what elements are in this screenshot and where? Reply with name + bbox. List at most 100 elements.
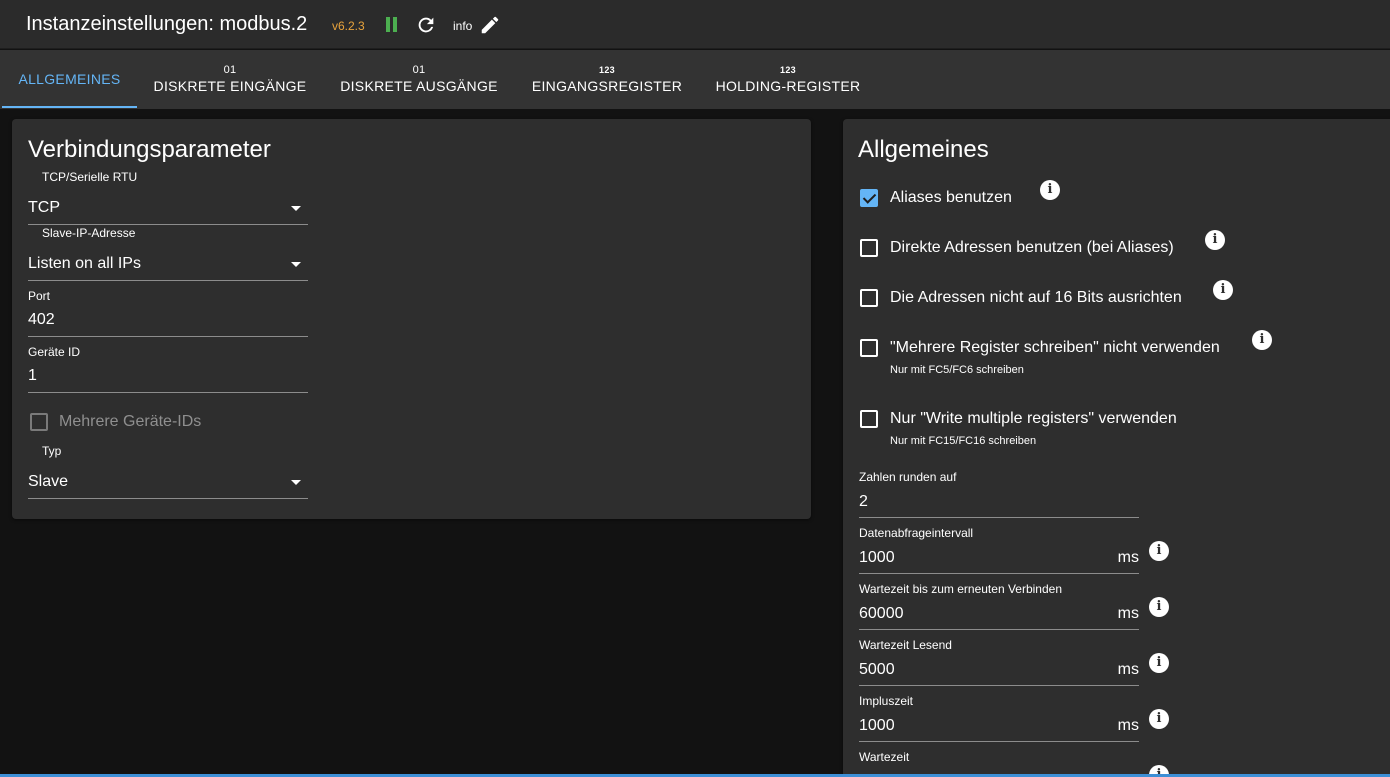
only-multiple-write-checkbox[interactable]: Nur "Write multiple registers" verwenden… xyxy=(860,410,1240,450)
tab-bar: Allgemeines 01 Diskrete Eingänge 01 Disk… xyxy=(0,50,1390,109)
dropdown-caret-icon xyxy=(291,206,301,211)
connection-title: Verbindungsparameter xyxy=(28,136,271,163)
mode-select[interactable]: TCP/Serielle RTU TCP xyxy=(28,170,308,225)
reconnect-field[interactable]: Wartezeit bis zum erneuten Verbinden 600… xyxy=(859,582,1139,630)
checkbox-icon xyxy=(860,239,878,257)
info-link[interactable]: info xyxy=(453,19,472,33)
mode-label: TCP/Serielle RTU xyxy=(42,170,138,184)
checkbox-icon xyxy=(30,413,48,431)
slave-ip-select[interactable]: Slave-IP-Adresse Listen on all IPs xyxy=(28,226,308,281)
field-underline xyxy=(28,392,308,393)
direct-addresses-checkbox[interactable]: Direkte Adressen benutzen (bei Aliases) xyxy=(860,239,1220,259)
tab-sub-label: 123 xyxy=(780,65,796,75)
slave-ip-value: Listen on all IPs xyxy=(28,255,141,272)
type-label: Typ xyxy=(42,444,62,458)
wait-time-label: Wartezeit xyxy=(859,750,910,764)
info-icon[interactable]: i xyxy=(1149,541,1169,561)
field-underline xyxy=(859,629,1139,630)
read-timeout-unit: ms xyxy=(1117,661,1139,678)
no-multiple-write-checkbox[interactable]: "Mehrere Register schreiben" nicht verwe… xyxy=(860,339,1240,379)
device-id-label: Geräte ID xyxy=(28,345,81,359)
tab-label: Diskrete Eingänge xyxy=(153,78,307,94)
read-timeout-value: 5000 xyxy=(859,661,895,678)
tab-label: Diskrete Ausgänge xyxy=(340,78,498,94)
version-label: v6.2.3 xyxy=(332,19,365,33)
poll-interval-value: 1000 xyxy=(859,549,895,566)
general-card: Allgemeines Aliases benutzen i Direkte A… xyxy=(843,119,1390,777)
field-underline xyxy=(859,741,1139,742)
refresh-icon[interactable] xyxy=(415,14,437,36)
no-multiple-write-label: "Mehrere Register schreiben" nicht verwe… xyxy=(890,339,1220,356)
checkbox-icon xyxy=(860,410,878,428)
info-icon[interactable]: i xyxy=(1149,653,1169,673)
round-value: 2 xyxy=(859,493,868,510)
checkbox-icon xyxy=(860,339,878,357)
poll-interval-unit: ms xyxy=(1117,549,1139,566)
info-icon[interactable]: i xyxy=(1149,597,1169,617)
active-tab-indicator xyxy=(2,106,137,108)
multi-device-ids-label: Mehrere Geräte-IDs xyxy=(59,413,202,430)
field-underline xyxy=(859,517,1139,518)
tab-label: Holding-Register xyxy=(715,78,861,94)
tab-sub-label: 01 xyxy=(412,64,426,76)
multi-device-ids-checkbox[interactable]: Mehrere Geräte-IDs xyxy=(30,413,290,433)
general-title: Allgemeines xyxy=(858,136,989,163)
info-icon[interactable]: i xyxy=(1252,330,1272,350)
device-id-value: 1 xyxy=(28,367,37,384)
no-16bit-align-label: Die Adressen nicht auf 16 Bits ausrichte… xyxy=(890,289,1182,306)
reconnect-unit: ms xyxy=(1117,605,1139,622)
tab-diskrete-eingaenge[interactable]: 01 Diskrete Eingänge xyxy=(145,50,315,109)
tab-sub-label: 123 xyxy=(599,65,615,75)
pulse-time-field[interactable]: Impluszeit 1000 ms xyxy=(859,694,1139,742)
dropdown-caret-icon xyxy=(291,480,301,485)
field-underline xyxy=(859,573,1139,574)
info-icon[interactable]: i xyxy=(1205,230,1225,250)
pulse-time-value: 1000 xyxy=(859,717,895,734)
info-icon[interactable]: i xyxy=(1040,180,1060,200)
checkbox-icon xyxy=(860,289,878,307)
pause-icon[interactable] xyxy=(385,17,399,33)
poll-interval-field[interactable]: Datenabfrageintervall 1000 ms xyxy=(859,526,1139,574)
tab-diskrete-ausgaenge[interactable]: 01 Diskrete Ausgänge xyxy=(332,50,506,109)
type-value: Slave xyxy=(28,473,69,490)
field-underline xyxy=(859,685,1139,686)
tab-eingangsregister[interactable]: 123 Eingangsregister xyxy=(522,50,692,109)
pulse-time-label: Impluszeit xyxy=(859,694,914,708)
mode-value: TCP xyxy=(28,199,60,216)
round-label: Zahlen runden auf xyxy=(859,470,957,484)
info-icon[interactable]: i xyxy=(1213,280,1233,300)
tab-holding-register[interactable]: 123 Holding-Register xyxy=(706,50,870,109)
round-field[interactable]: Zahlen runden auf 2 xyxy=(859,470,1139,518)
dropdown-caret-icon xyxy=(291,262,301,267)
port-label: Port xyxy=(28,289,51,303)
type-select[interactable]: Typ Slave xyxy=(28,444,308,499)
checkbox-icon xyxy=(860,189,878,207)
field-underline xyxy=(28,498,308,499)
only-multiple-write-help: Nur mit FC15/FC16 schreiben xyxy=(890,435,1037,447)
wait-time-field[interactable]: Wartezeit xyxy=(859,750,1139,777)
read-timeout-label: Wartezeit Lesend xyxy=(859,638,952,652)
no-multiple-write-help: Nur mit FC5/FC6 schreiben xyxy=(890,364,1024,376)
direct-addresses-label: Direkte Adressen benutzen (bei Aliases) xyxy=(890,239,1174,256)
tab-allgemeines[interactable]: Allgemeines xyxy=(2,50,137,109)
pulse-time-unit: ms xyxy=(1117,717,1139,734)
connection-card: Verbindungsparameter TCP/Serielle RTU TC… xyxy=(12,119,811,519)
no-16bit-align-checkbox[interactable]: Die Adressen nicht auf 16 Bits ausrichte… xyxy=(860,289,1220,309)
device-id-field[interactable]: Geräte ID 1 xyxy=(28,345,308,393)
port-value: 402 xyxy=(28,311,55,328)
page-title: Instanzeinstellungen: modbus.2 xyxy=(26,13,308,35)
read-timeout-field[interactable]: Wartezeit Lesend 5000 ms xyxy=(859,638,1139,686)
tab-label: Eingangsregister xyxy=(531,78,683,94)
tab-sub-label: 01 xyxy=(223,64,237,76)
info-icon[interactable]: i xyxy=(1149,709,1169,729)
field-underline xyxy=(28,224,308,225)
title-bar: Instanzeinstellungen: modbus.2 v6.2.3 in… xyxy=(0,0,1390,49)
edit-icon[interactable] xyxy=(479,14,501,36)
only-multiple-write-label: Nur "Write multiple registers" verwenden xyxy=(890,410,1177,427)
slave-ip-label: Slave-IP-Adresse xyxy=(42,226,136,240)
port-field[interactable]: Port 402 xyxy=(28,289,308,337)
reconnect-value: 60000 xyxy=(859,605,904,622)
field-underline xyxy=(28,280,308,281)
reconnect-label: Wartezeit bis zum erneuten Verbinden xyxy=(859,582,1062,596)
use-aliases-label: Aliases benutzen xyxy=(890,189,1012,206)
